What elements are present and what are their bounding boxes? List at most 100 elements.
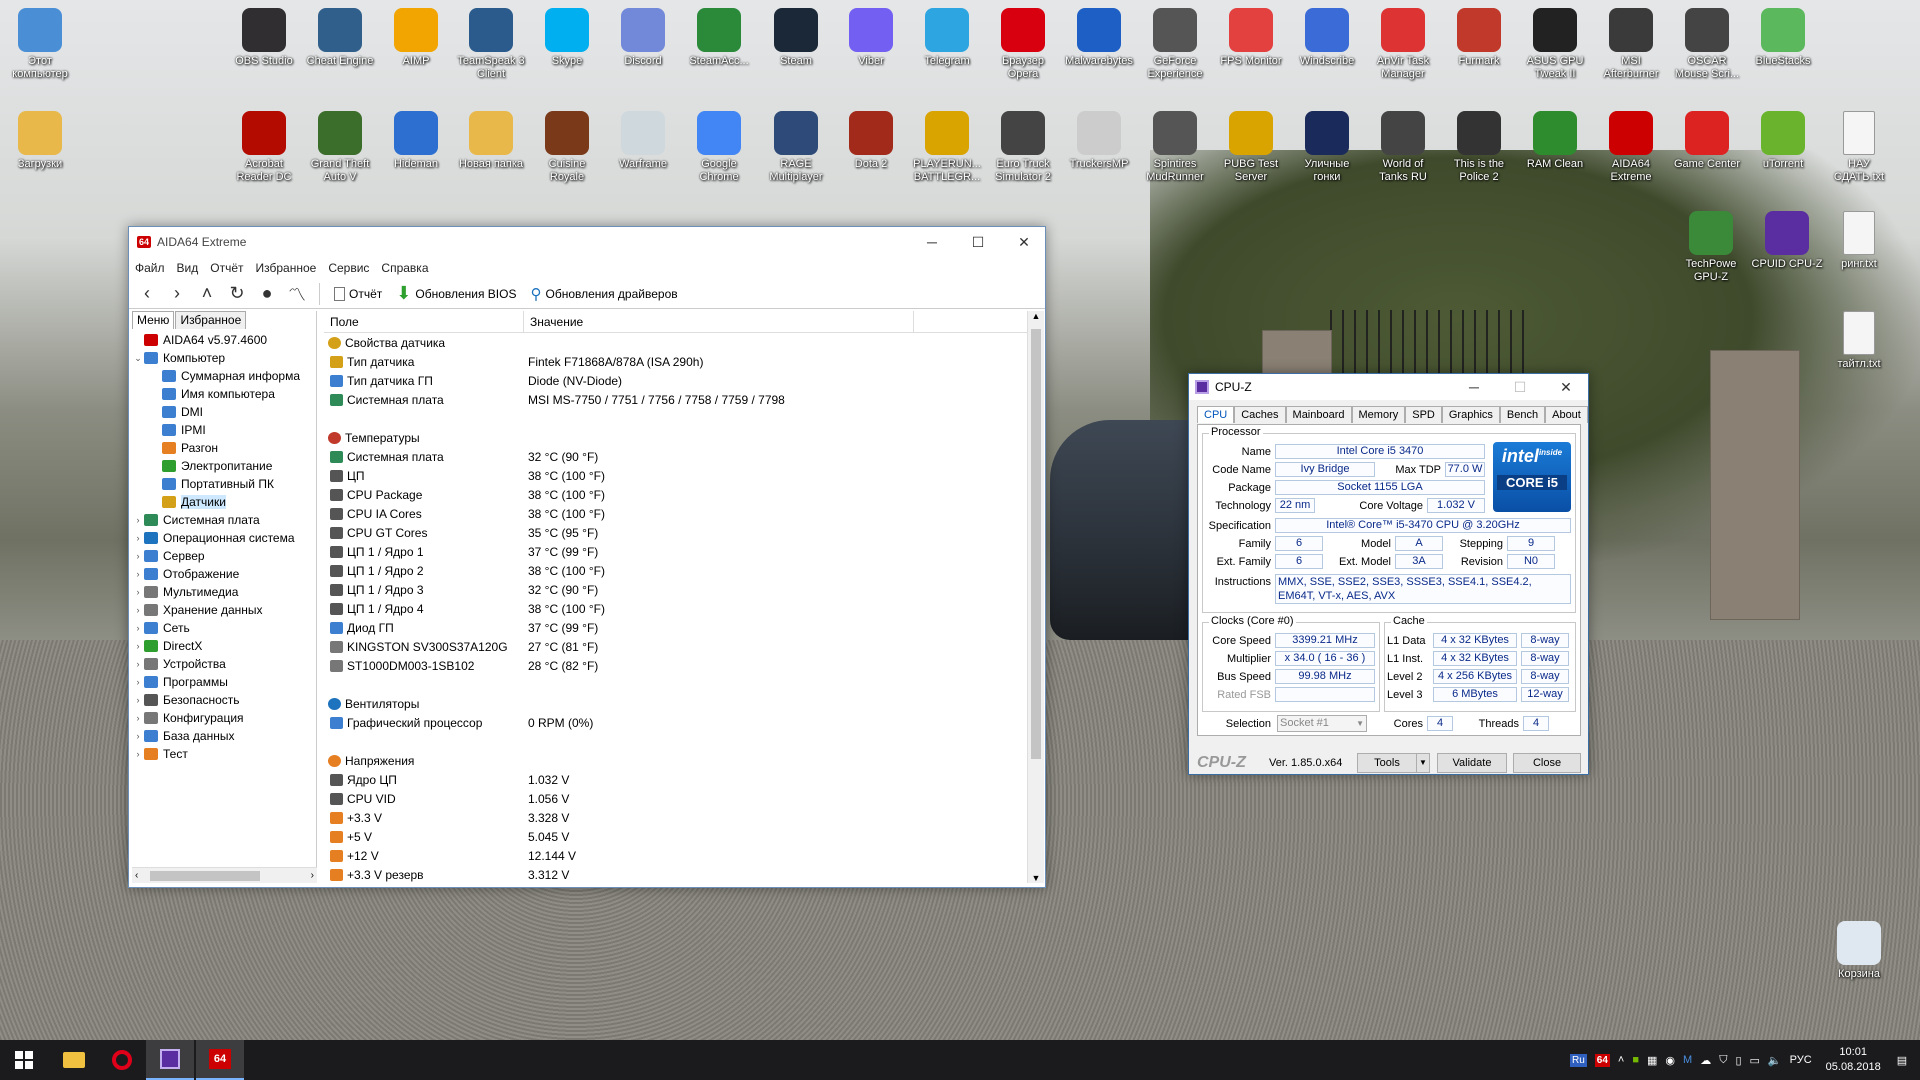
table-row[interactable]: +5 V 5.045 V — [324, 827, 1044, 846]
refresh-icon[interactable]: ↻ — [225, 282, 249, 306]
cpuz-maximize-button[interactable]: ☐ — [1497, 374, 1543, 400]
start-button[interactable] — [0, 1040, 48, 1080]
tree-item[interactable]: › Устройства — [132, 655, 316, 673]
forward-arrow-icon[interactable]: › — [165, 282, 189, 306]
table-row[interactable]: +12 V 12.144 V — [324, 846, 1044, 865]
tree-item[interactable]: › Отображение — [132, 565, 316, 583]
tree-item[interactable]: › Сеть — [132, 619, 316, 637]
tree-item[interactable]: AIDA64 v5.97.4600 — [132, 331, 316, 349]
table-row[interactable]: ST1000DM003-1SB102 28 °C (82 °F) — [324, 656, 1044, 675]
desktop-icon-street-racing[interactable]: Уличные гонки — [1291, 111, 1363, 184]
back-arrow-icon[interactable]: ‹ — [135, 282, 159, 306]
desktop-icon-geforce[interactable]: GeForce Experience — [1139, 8, 1211, 81]
nav-horizontal-scrollbar[interactable]: ‹ › — [132, 867, 317, 883]
table-row[interactable]: +3.3 V 3.328 V — [324, 808, 1044, 827]
menu-view[interactable]: Вид — [177, 261, 199, 275]
tree-item[interactable]: › Программы — [132, 673, 316, 691]
desktop-icon-this-pc[interactable]: Этот компьютер — [4, 8, 76, 81]
tab-caches[interactable]: Caches — [1234, 406, 1286, 423]
desktop-icon-furmark[interactable]: Furmark — [1443, 8, 1515, 68]
group-header[interactable]: Напряжения — [324, 751, 1044, 770]
desktop-icon-utorrent[interactable]: uTorrent — [1747, 111, 1819, 171]
desktop-icon-cuisine-royale[interactable]: Cuisine Royale — [531, 111, 603, 184]
tree-item[interactable]: Электропитание — [132, 457, 316, 475]
tools-button[interactable]: Tools — [1357, 753, 1417, 773]
desktop-icon-gta[interactable]: Grand Theft Auto V — [304, 111, 376, 184]
desktop-icon-steam[interactable]: Steam — [760, 8, 832, 68]
desktop-icon-asus-gpu[interactable]: ASUS GPU Tweak II — [1519, 8, 1591, 81]
driver-update-button[interactable]: ⚲ Обновления драйверов — [526, 285, 681, 303]
socket-select[interactable]: Socket #1 ▼ — [1277, 715, 1367, 732]
table-row[interactable]: Тип датчика Fintek F71868A/878A (ISA 290h… — [324, 352, 1044, 371]
desktop-icon-discord[interactable]: Discord — [607, 8, 679, 68]
malwarebytes-tray-icon[interactable]: M — [1683, 1054, 1692, 1066]
table-row[interactable]: Системная плата MSI MS-7750 / 7751 / 7756… — [324, 390, 1044, 409]
desktop-icon-bluestacks[interactable]: BlueStacks — [1747, 8, 1819, 68]
table-row[interactable]: Графический процессор 0 RPM (0%) — [324, 713, 1044, 732]
tree-item[interactable]: › База данных — [132, 727, 316, 745]
vertical-scroll-thumb[interactable] — [1031, 329, 1041, 759]
desktop-icon-acrobat[interactable]: Acrobat Reader DC — [228, 111, 300, 184]
table-row[interactable]: +3.3 V резерв 3.312 V — [324, 865, 1044, 884]
menu-service[interactable]: Сервис — [328, 261, 369, 275]
tab-bench[interactable]: Bench — [1499, 406, 1546, 423]
tab-about[interactable]: About — [1545, 406, 1588, 423]
aida64-titlebar[interactable]: 64 AIDA64 Extreme ─ ☐ ✕ — [129, 227, 1045, 257]
desktop-icon-telegram[interactable]: Telegram — [911, 8, 983, 68]
tree-item[interactable]: › Тест — [132, 745, 316, 763]
tree-expander-icon[interactable]: › — [132, 677, 144, 687]
aida64-tray-icon[interactable]: 64 — [1594, 1053, 1610, 1067]
desktop-icon-wot[interactable]: World of Tanks RU — [1367, 111, 1439, 184]
desktop-icon-text-file[interactable]: тайтл.txt — [1823, 311, 1895, 371]
tree-item[interactable]: › Хранение данных — [132, 601, 316, 619]
table-row[interactable]: ЦП 38 °C (100 °F) — [324, 466, 1044, 485]
cpuz-minimize-button[interactable]: ─ — [1451, 374, 1497, 400]
tree-expander-icon[interactable]: › — [132, 731, 144, 741]
desktop-icon-rage[interactable]: RAGE Multiplayer — [760, 111, 832, 184]
menu-file[interactable]: Файл — [135, 261, 165, 275]
chart-icon[interactable]: 〽 — [285, 282, 309, 306]
cpuz-titlebar[interactable]: CPU-Z ─ ☐ ✕ — [1189, 374, 1588, 400]
table-row[interactable]: CPU IA Cores 38 °C (100 °F) — [324, 504, 1044, 523]
table-row[interactable]: CPU VID 1.056 V — [324, 789, 1044, 808]
table-row[interactable]: ЦП 1 / Ядро 4 38 °C (100 °F) — [324, 599, 1044, 618]
report-button[interactable]: Отчёт — [330, 286, 386, 301]
menu-favorites[interactable]: Избранное — [256, 261, 317, 275]
desktop-icon-opera[interactable]: Браузер Opera — [987, 8, 1059, 81]
folder-tray-icon[interactable]: ▭ — [1750, 1054, 1760, 1067]
desktop-icon-cheat-engine[interactable]: Cheat Engine — [304, 8, 376, 68]
desktop-icon-obs[interactable]: OBS Studio — [228, 8, 300, 68]
tree-item[interactable]: Имя компьютера — [132, 385, 316, 403]
tools-dropdown-arrow[interactable]: ▼ — [1416, 753, 1430, 773]
desktop-icon-new-folder[interactable]: Новая папка — [455, 111, 527, 171]
tab-cpu[interactable]: CPU — [1197, 406, 1235, 423]
tree-expander-icon[interactable]: › — [132, 587, 144, 597]
desktop-icon-windscribe[interactable]: Windscribe — [1291, 8, 1363, 68]
shield-tray-icon[interactable]: ⛉ — [1719, 1054, 1727, 1067]
clock[interactable]: 10:01 05.08.2018 — [1826, 1045, 1881, 1075]
tree-item[interactable]: › Системная плата — [132, 511, 316, 529]
scroll-up-icon[interactable]: ▲ — [1028, 311, 1044, 321]
notifications-icon[interactable]: ▤ — [1897, 1054, 1907, 1067]
tree-expander-icon[interactable]: › — [132, 713, 144, 723]
tab-graphics[interactable]: Graphics — [1441, 406, 1500, 423]
desktop-icon-warframe[interactable]: Warframe — [607, 111, 679, 171]
table-row[interactable]: KINGSTON SV300S37A120G 27 °C (81 °F) — [324, 637, 1044, 656]
tree-item[interactable]: › Конфигурация — [132, 709, 316, 727]
group-header[interactable]: Температуры — [324, 428, 1044, 447]
tree-expander-icon[interactable]: › — [132, 695, 144, 705]
desktop-icon-text-file[interactable]: ринг.txt — [1823, 211, 1895, 271]
table-row[interactable]: CPU GT Cores 35 °C (95 °F) — [324, 523, 1044, 542]
taskbar-aida64[interactable]: 64 — [196, 1040, 244, 1080]
table-row[interactable]: Диод ГП 37 °C (99 °F) — [324, 618, 1044, 637]
tab-mainboard[interactable]: Mainboard — [1285, 406, 1352, 423]
tree-expander-icon[interactable]: › — [132, 551, 144, 561]
tree-expander-icon[interactable]: › — [132, 515, 144, 525]
desktop-icon-oscar[interactable]: OSCAR Mouse Scri... — [1671, 8, 1743, 81]
desktop-icon-steamacc[interactable]: SteamAcc... — [683, 8, 755, 68]
desktop-icon-game-center[interactable]: Game Center — [1671, 111, 1743, 171]
tree-expander-icon[interactable]: › — [132, 749, 144, 759]
desktop-icon-pubg-test[interactable]: PUBG Test Server — [1215, 111, 1287, 184]
lang-badge-icon[interactable]: Ru — [1570, 1053, 1587, 1067]
tree-expander-icon[interactable]: › — [132, 659, 144, 669]
